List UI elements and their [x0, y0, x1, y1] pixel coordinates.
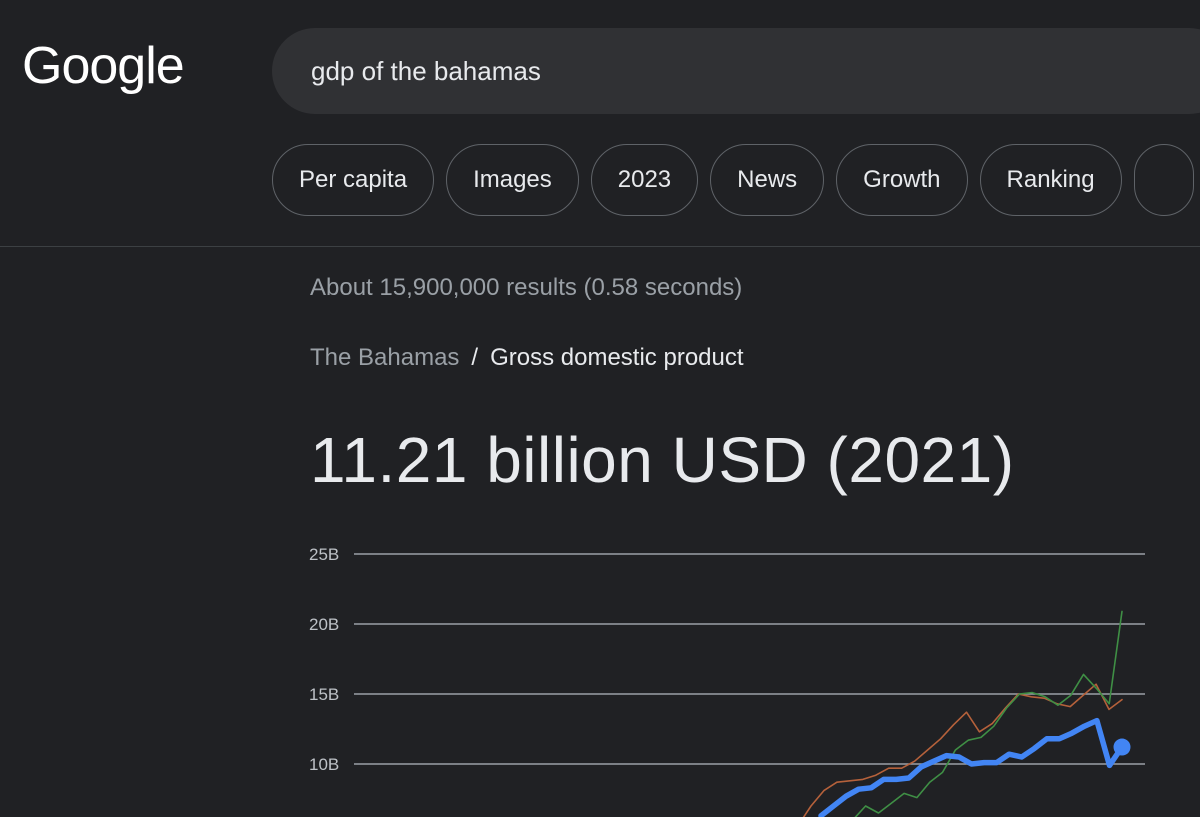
chip-growth[interactable]: Growth [836, 144, 968, 216]
breadcrumb-separator: / [471, 344, 479, 371]
chip-more[interactable] [1133, 144, 1194, 216]
chip-images[interactable]: Images [446, 144, 579, 216]
gdp-line-chart[interactable]: 25B 20B 15B 10B [300, 530, 1160, 817]
highlight-point[interactable] [1113, 738, 1131, 756]
search-results-page: Google gdp of the bahamas Per capita Ima… [0, 0, 1200, 817]
header-divider [0, 246, 1200, 247]
series-line-2 [854, 610, 1123, 817]
y-tick-label: 15B [309, 685, 339, 704]
breadcrumb-current: Gross domestic product [490, 344, 744, 371]
breadcrumb: The Bahamas / Gross domestic product [310, 344, 744, 372]
series-line-0 [818, 717, 1125, 817]
chip-per-capita[interactable]: Per capita [272, 144, 435, 216]
refinement-chips: Per capita Images 2023 News Growth Ranki… [272, 144, 1194, 216]
search-input[interactable]: gdp of the bahamas [311, 56, 541, 86]
y-tick-label: 20B [309, 615, 339, 634]
chip-news[interactable]: News [710, 144, 825, 216]
result-stats: About 15,900,000 results (0.58 seconds) [310, 274, 743, 301]
chip-ranking[interactable]: Ranking [979, 144, 1122, 216]
breadcrumb-parent[interactable]: The Bahamas [310, 344, 459, 372]
search-box[interactable]: gdp of the bahamas [272, 28, 1200, 114]
y-tick-label: 10B [309, 755, 339, 774]
google-logo[interactable]: Google [22, 40, 185, 92]
answer-value: 11.21 billion USD (2021) [310, 424, 1015, 496]
chip-2023[interactable]: 2023 [590, 144, 699, 216]
y-tick-label: 25B [309, 545, 339, 564]
